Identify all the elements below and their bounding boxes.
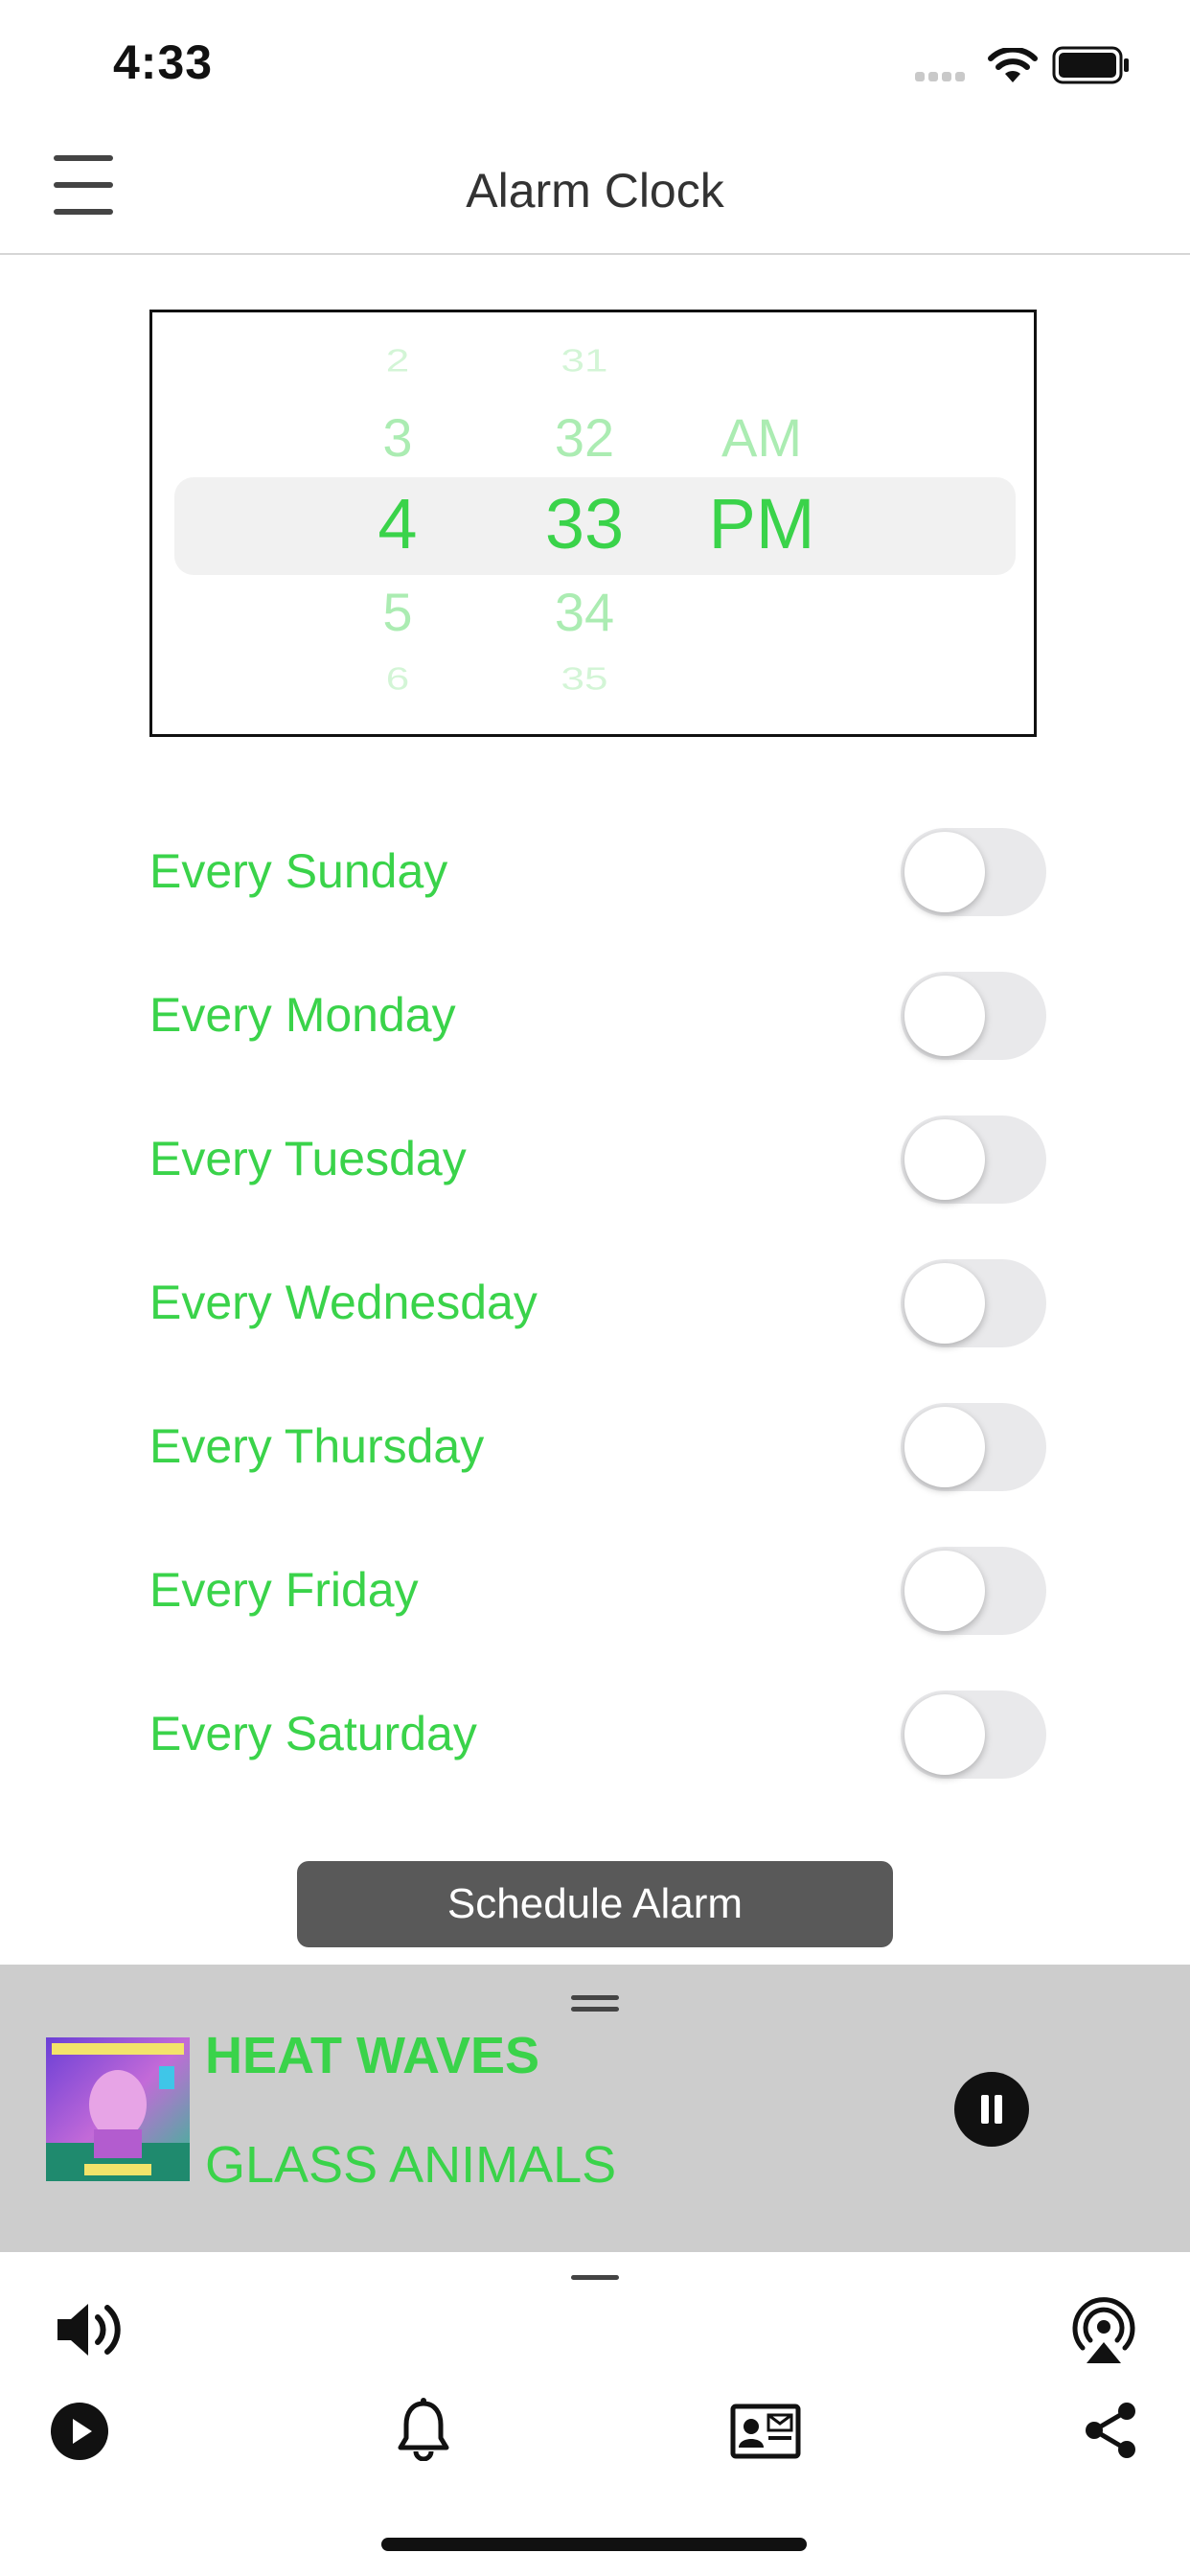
picker-minute-option[interactable]: 31 <box>508 343 661 380</box>
picker-ampm-selected[interactable]: PM <box>690 483 834 564</box>
day-label-thursday: Every Thursday <box>149 1419 485 1473</box>
picker-ampm-option[interactable]: AM <box>690 406 834 469</box>
picker-hour-option[interactable]: 2 <box>326 343 469 380</box>
artist-name: GLASS ANIMALS <box>205 2136 617 2194</box>
picker-hour-option[interactable]: 6 <box>326 661 469 698</box>
schedule-alarm-button[interactable]: Schedule Alarm <box>297 1861 893 1947</box>
picker-minute-selected[interactable]: 33 <box>508 483 661 564</box>
picker-minute-option[interactable]: 32 <box>508 406 661 469</box>
drag-handle-icon[interactable] <box>571 1995 619 2000</box>
picker-hour-selected[interactable]: 4 <box>326 483 469 564</box>
pause-button-icon[interactable] <box>954 2072 1029 2147</box>
toolbar-handle-icon[interactable] <box>571 2275 619 2280</box>
status-time: 4:33 <box>113 35 214 89</box>
toggle-saturday[interactable] <box>901 1690 1046 1779</box>
day-label-saturday: Every Saturday <box>149 1707 477 1760</box>
toggle-sunday[interactable] <box>901 828 1046 916</box>
bell-icon[interactable] <box>397 2398 450 2461</box>
drag-handle-icon <box>571 2007 619 2012</box>
album-art <box>46 2037 190 2181</box>
picker-hour-option[interactable]: 5 <box>326 581 469 643</box>
day-label-tuesday: Every Tuesday <box>149 1132 467 1185</box>
day-label-monday: Every Monday <box>149 988 456 1042</box>
song-title: HEAT WAVES <box>205 2027 540 2084</box>
cellular-signal-icon <box>915 69 971 81</box>
toggle-tuesday[interactable] <box>901 1116 1046 1204</box>
picker-hour-option[interactable]: 3 <box>326 406 469 469</box>
day-label-sunday: Every Sunday <box>149 844 448 898</box>
picker-minute-option[interactable]: 35 <box>508 661 661 698</box>
toggle-wednesday[interactable] <box>901 1259 1046 1347</box>
battery-icon <box>1052 46 1129 84</box>
page-title: Alarm Clock <box>466 164 724 218</box>
day-label-wednesday: Every Wednesday <box>149 1276 538 1329</box>
share-icon[interactable] <box>1081 2400 1140 2461</box>
airplay-icon[interactable] <box>1067 2294 1140 2365</box>
play-icon[interactable] <box>50 2402 109 2461</box>
toggle-monday[interactable] <box>901 972 1046 1060</box>
toggle-friday[interactable] <box>901 1547 1046 1635</box>
picker-minute-option[interactable]: 34 <box>508 581 661 643</box>
contact-card-icon[interactable] <box>730 2404 801 2459</box>
day-label-friday: Every Friday <box>149 1563 419 1617</box>
toggle-thursday[interactable] <box>901 1403 1046 1491</box>
speaker-icon[interactable] <box>54 2296 126 2363</box>
home-indicator[interactable] <box>381 2538 807 2551</box>
wifi-icon <box>988 48 1038 82</box>
